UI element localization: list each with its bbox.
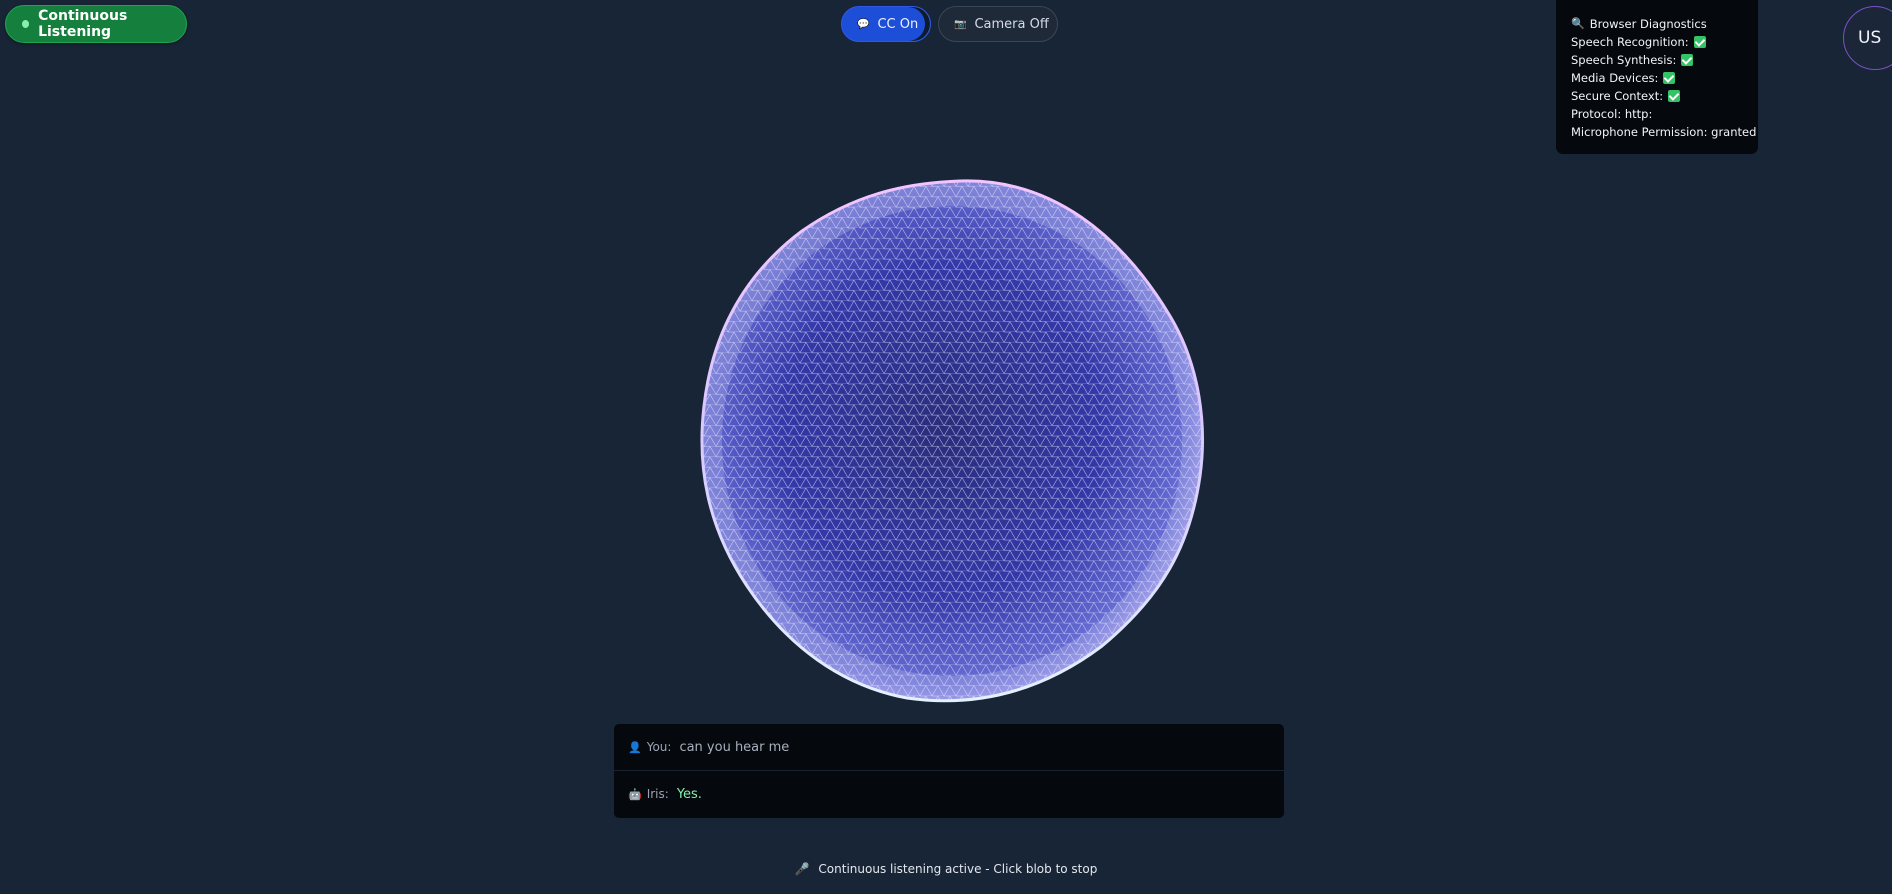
diag-protocol: Protocol: http: bbox=[1571, 105, 1758, 123]
magnifier-icon: 🔍 bbox=[1571, 17, 1585, 30]
robot-icon: 🤖 bbox=[628, 787, 642, 801]
voice-blob[interactable] bbox=[692, 176, 1212, 706]
microphone-icon: 🎤 bbox=[794, 862, 810, 876]
cc-label: CC On bbox=[877, 16, 919, 32]
app-page: Continuous Listening 💬 CC On 📷 Camera Of… bbox=[0, 0, 1892, 894]
avatar-initials: US bbox=[1858, 28, 1882, 48]
diag-media-devices: Media Devices: bbox=[1571, 69, 1758, 87]
wireframe-sphere-icon bbox=[700, 179, 1204, 703]
diag-label: Media Devices: bbox=[1571, 71, 1659, 85]
listening-dot-icon bbox=[22, 20, 30, 28]
diag-label: Speech Synthesis: bbox=[1571, 53, 1677, 67]
camera-icon: 📷 bbox=[954, 18, 967, 30]
listening-label: Continuous Listening bbox=[38, 8, 128, 40]
browser-diagnostics-panel: 🔍 Browser Diagnostics Speech Recognition… bbox=[1556, 0, 1758, 154]
status-text: Continuous listening active - Click blob… bbox=[818, 862, 1098, 876]
speaker-label: You: bbox=[646, 740, 672, 754]
camera-label: Camera Off bbox=[974, 16, 1049, 32]
transcript-panel: 👤 You: can you hear me 🤖 Iris: Yes. bbox=[614, 724, 1284, 818]
cc-toggle-button[interactable]: 💬 CC On bbox=[841, 6, 931, 42]
user-avatar[interactable]: US bbox=[1843, 6, 1892, 70]
speech-bubble-icon: 💬 bbox=[857, 18, 870, 30]
diag-speech-recognition: Speech Recognition: bbox=[1571, 33, 1758, 51]
diag-label: Speech Recognition: bbox=[1571, 35, 1689, 49]
speaker-label: Iris: bbox=[646, 787, 669, 801]
check-icon bbox=[1681, 54, 1694, 66]
transcript-row-user: 👤 You: can you hear me bbox=[614, 724, 1284, 771]
diag-secure-context: Secure Context: bbox=[1571, 87, 1758, 105]
diag-microphone-permission: Microphone Permission: granted bbox=[1571, 123, 1758, 141]
speaker-assistant: 🤖 Iris: bbox=[628, 787, 669, 801]
diagnostics-title-row: 🔍 Browser Diagnostics bbox=[1571, 15, 1758, 33]
check-icon bbox=[1693, 36, 1706, 48]
assistant-message: Yes. bbox=[676, 786, 702, 802]
status-footer: 🎤 Continuous listening active - Click bl… bbox=[0, 862, 1892, 876]
user-icon: 👤 bbox=[628, 740, 642, 754]
transcript-row-assistant: 🤖 Iris: Yes. bbox=[614, 771, 1284, 817]
check-icon bbox=[1668, 90, 1681, 102]
camera-toggle-button[interactable]: 📷 Camera Off bbox=[938, 6, 1058, 42]
diag-label: Microphone Permission: granted bbox=[1571, 125, 1757, 139]
diag-label: Protocol: http: bbox=[1571, 107, 1653, 121]
diag-label: Secure Context: bbox=[1571, 89, 1664, 103]
diagnostics-title: Browser Diagnostics bbox=[1589, 17, 1707, 31]
continuous-listening-button[interactable]: Continuous Listening bbox=[5, 5, 187, 43]
speaker-user: 👤 You: bbox=[628, 740, 671, 754]
diag-speech-synthesis: Speech Synthesis: bbox=[1571, 51, 1758, 69]
user-message: can you hear me bbox=[679, 739, 790, 755]
check-icon bbox=[1663, 72, 1676, 84]
